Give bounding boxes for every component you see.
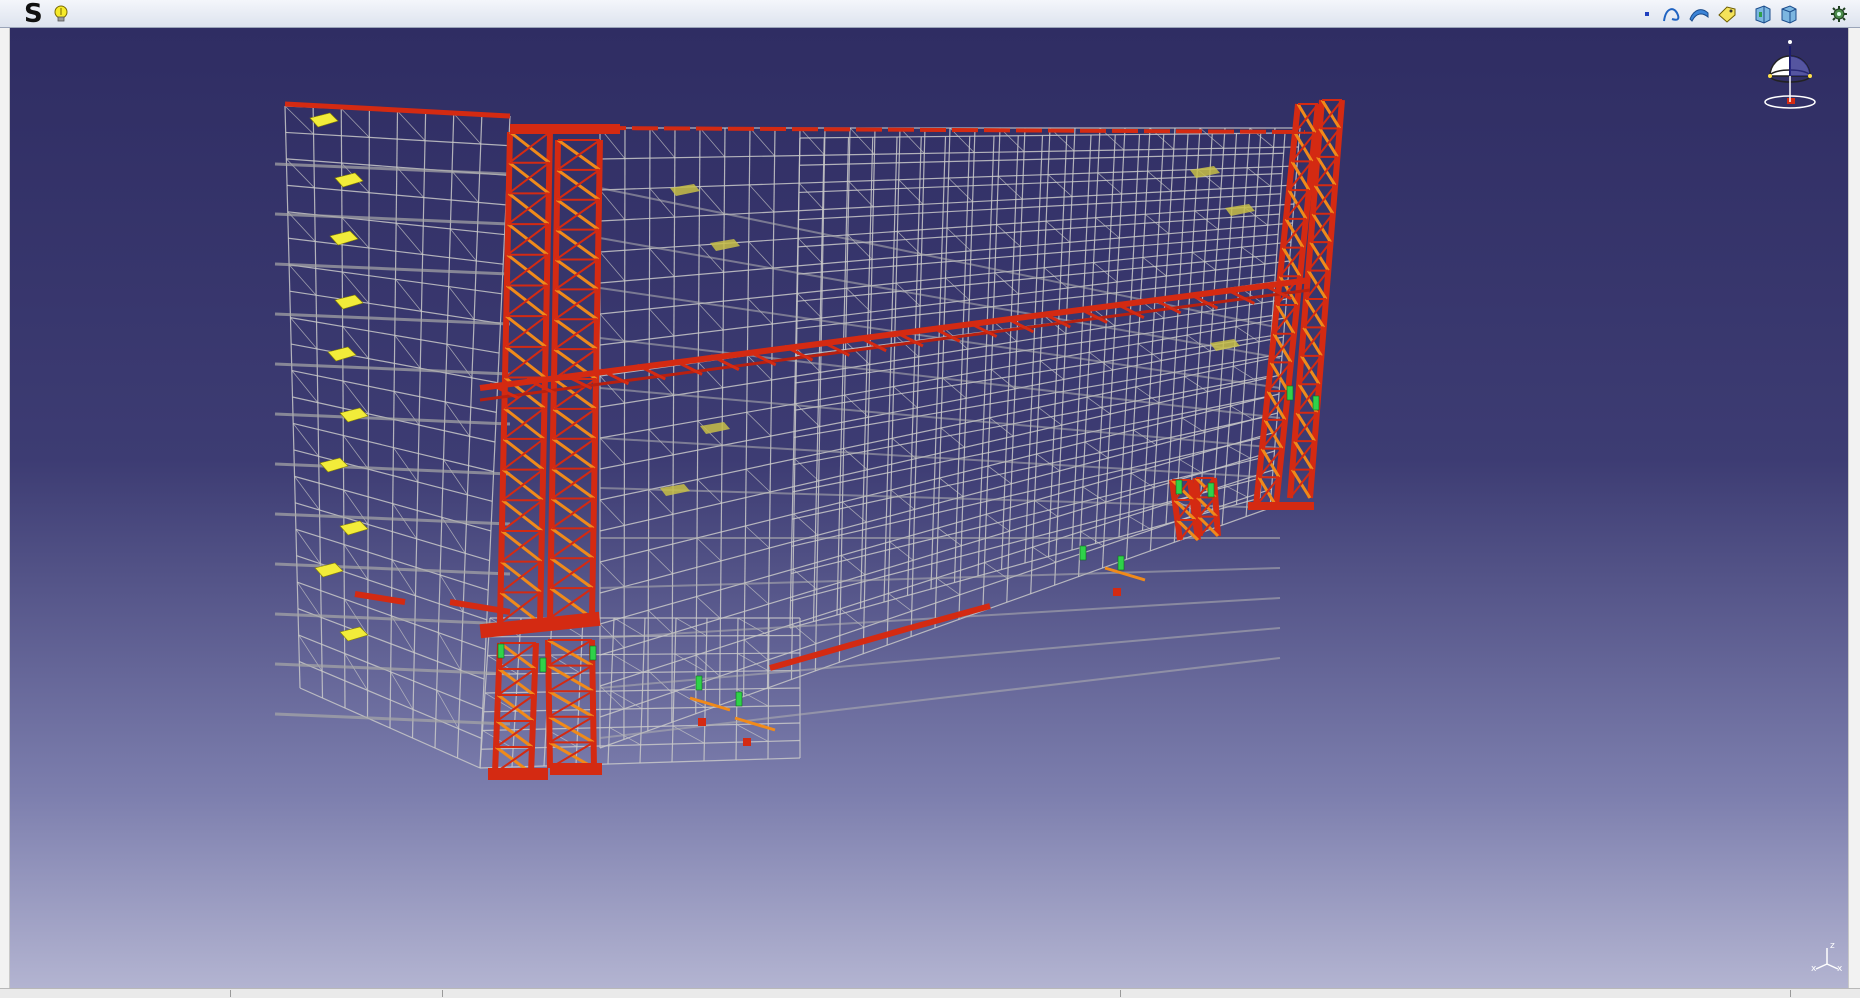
compass-icon[interactable] — [1750, 32, 1830, 124]
svg-text:x: x — [1811, 964, 1817, 972]
settings-gear-icon[interactable] — [1828, 3, 1850, 25]
tag-icon[interactable] — [1716, 3, 1738, 25]
surface-icon[interactable] — [1688, 3, 1710, 25]
app-menu-letter[interactable]: S — [24, 0, 43, 28]
3d-viewport[interactable]: z x x — [10, 28, 1848, 988]
status-separator — [1120, 990, 1121, 997]
left-side-border — [0, 28, 10, 988]
steel-trusses — [479, 99, 1345, 780]
right-scrollbar[interactable] — [1848, 28, 1860, 988]
status-separator — [1790, 990, 1791, 997]
red-beams — [284, 101, 1311, 671]
svg-text:x: x — [1837, 964, 1843, 972]
view-normal-icon[interactable] — [1752, 3, 1774, 25]
status-separator — [442, 990, 443, 997]
curve-icon[interactable] — [1660, 3, 1682, 25]
svg-text:z: z — [1830, 941, 1835, 951]
lightbulb-icon[interactable] — [50, 3, 72, 25]
scaffold-grid — [274, 105, 1301, 769]
status-separator — [230, 990, 231, 997]
status-bar — [0, 988, 1860, 998]
point-icon[interactable] — [1636, 3, 1658, 25]
top-toolbar: S — [0, 0, 1860, 28]
catia-window: S z x x — [0, 0, 1860, 998]
scaffold-model[interactable] — [10, 28, 1848, 988]
view-multi-icon[interactable] — [1778, 3, 1800, 25]
xyz-axis-icon: z x x — [1810, 938, 1844, 974]
